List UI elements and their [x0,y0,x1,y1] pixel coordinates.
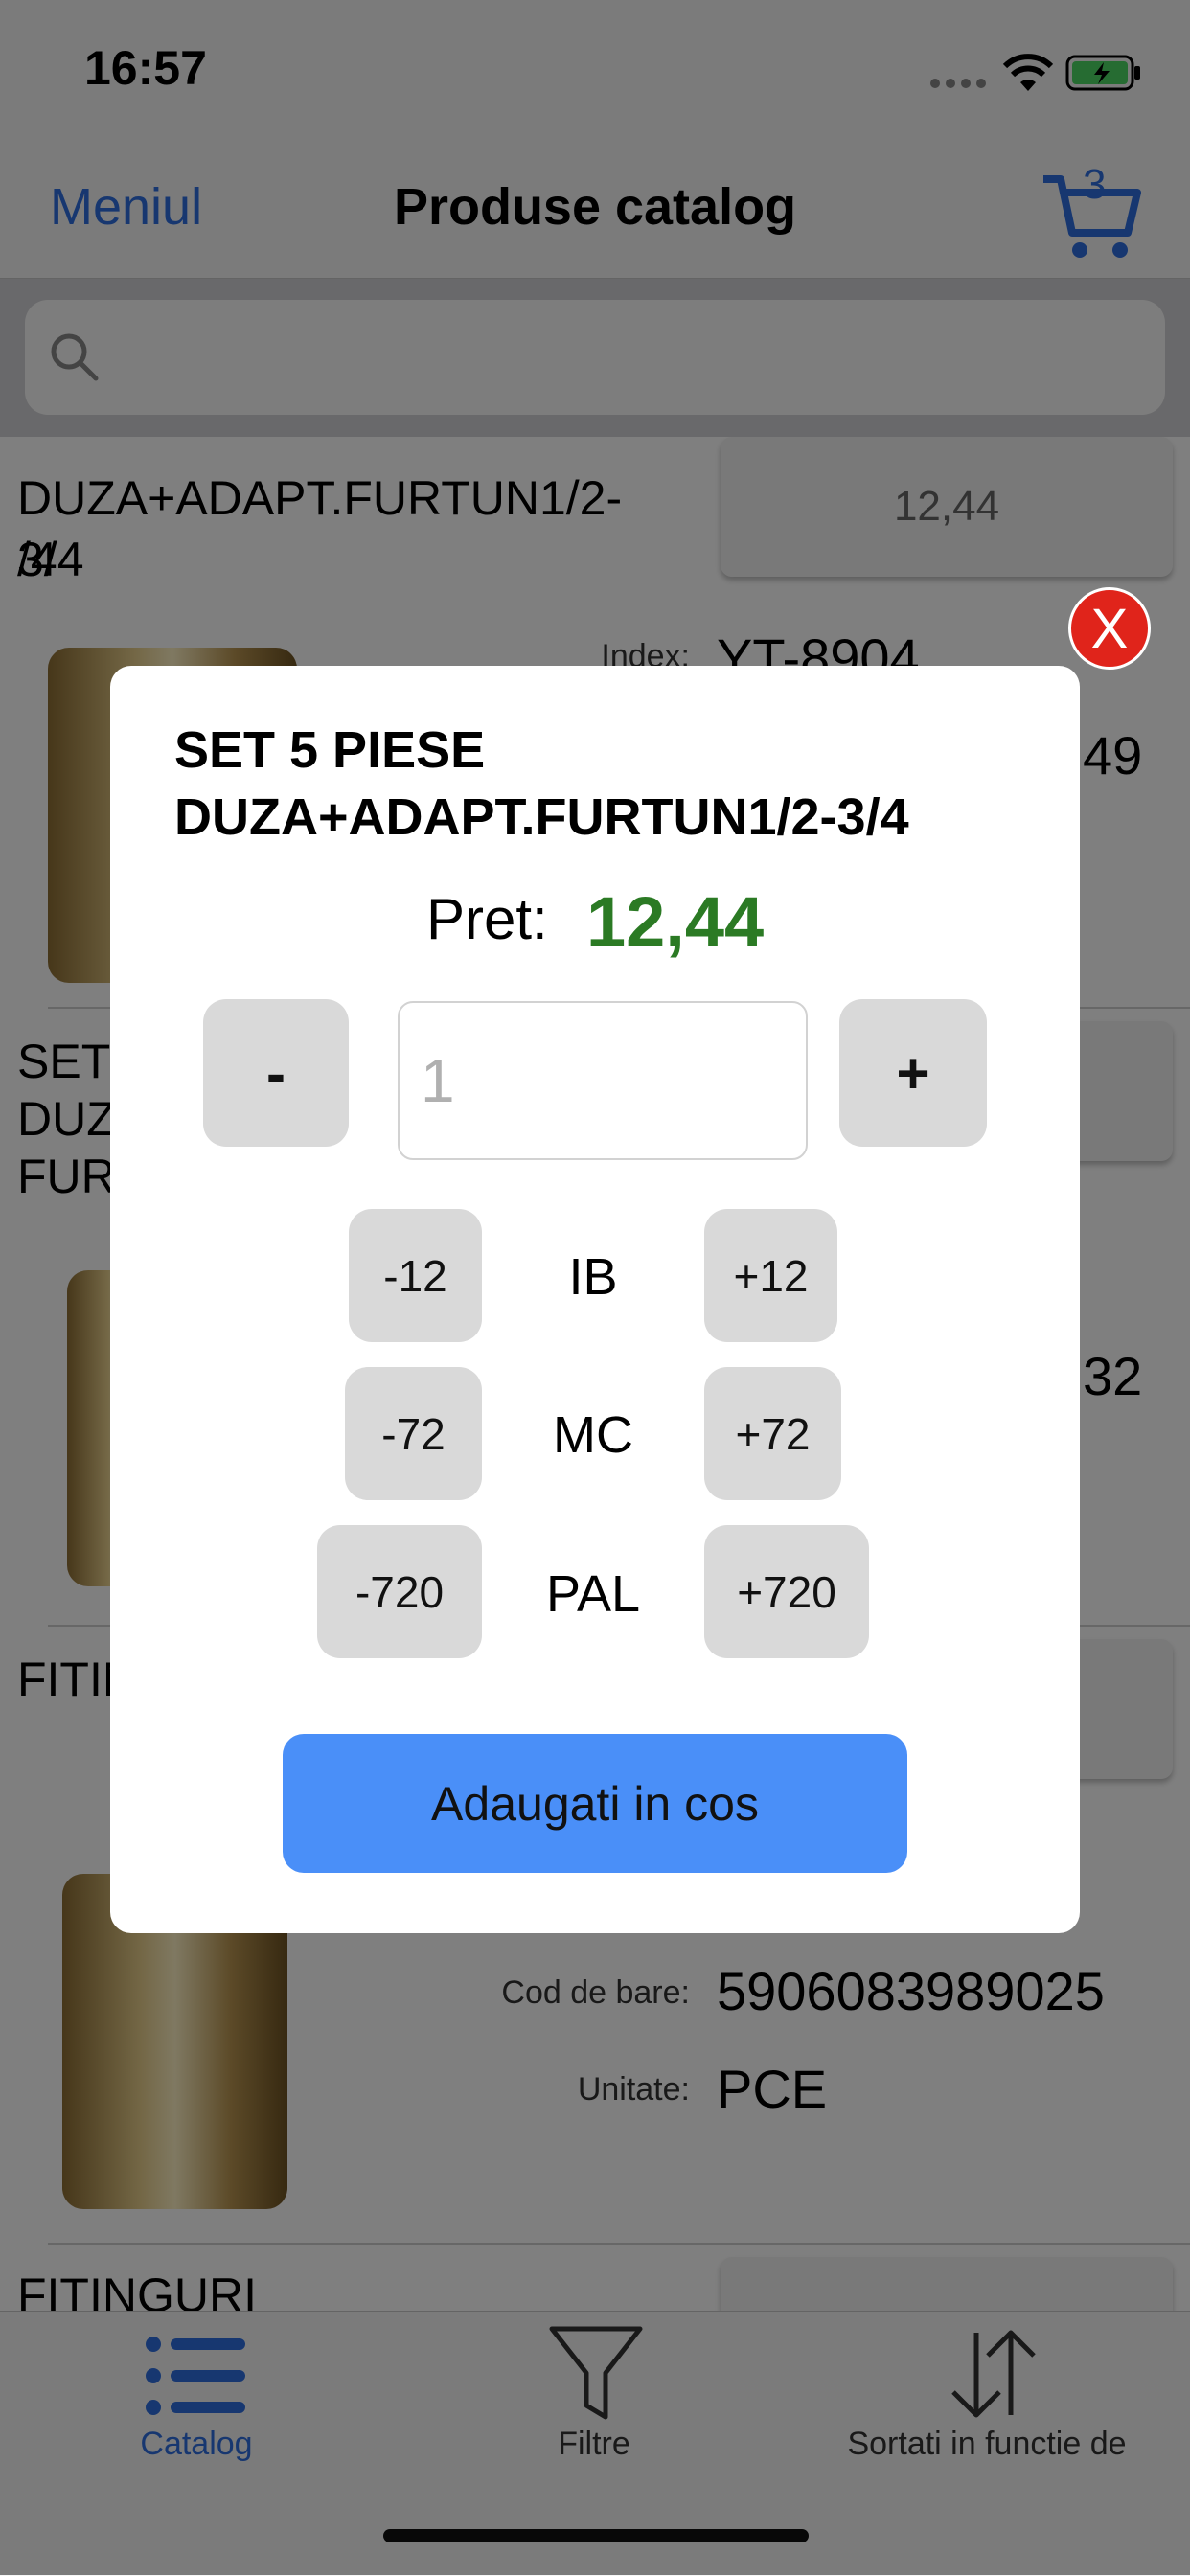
price-label: Pret: [426,887,548,951]
plus-ib-button[interactable]: +12 [704,1209,837,1342]
unit-pal-label: PAL [545,1565,641,1623]
plus-mc-button[interactable]: +72 [704,1367,841,1500]
modal-title: SET 5 PIESE DUZA+ADAPT.FURTUN1/2-3/4 [174,717,1018,851]
unit-ib-label: IB [568,1248,618,1306]
decrease-button[interactable]: - [203,999,349,1147]
price-value: 12,44 [586,882,765,962]
plus-pal-button[interactable]: +720 [704,1525,869,1658]
minus-pal-button[interactable]: -720 [317,1525,482,1658]
unit-mc-label: MC [553,1406,633,1464]
add-to-cart-button[interactable]: Adaugati in cos [283,1734,907,1873]
minus-ib-button[interactable]: -12 [349,1209,482,1342]
modal-title-line1: SET 5 PIESE [174,721,486,779]
modal-title-line2: DUZA+ADAPT.FURTUN1/2-3/4 [174,788,909,846]
close-button[interactable]: X [1068,587,1151,670]
minus-mc-button[interactable]: -72 [345,1367,482,1500]
quantity-input[interactable]: 1 [398,1001,808,1160]
increase-button[interactable]: + [839,999,987,1147]
